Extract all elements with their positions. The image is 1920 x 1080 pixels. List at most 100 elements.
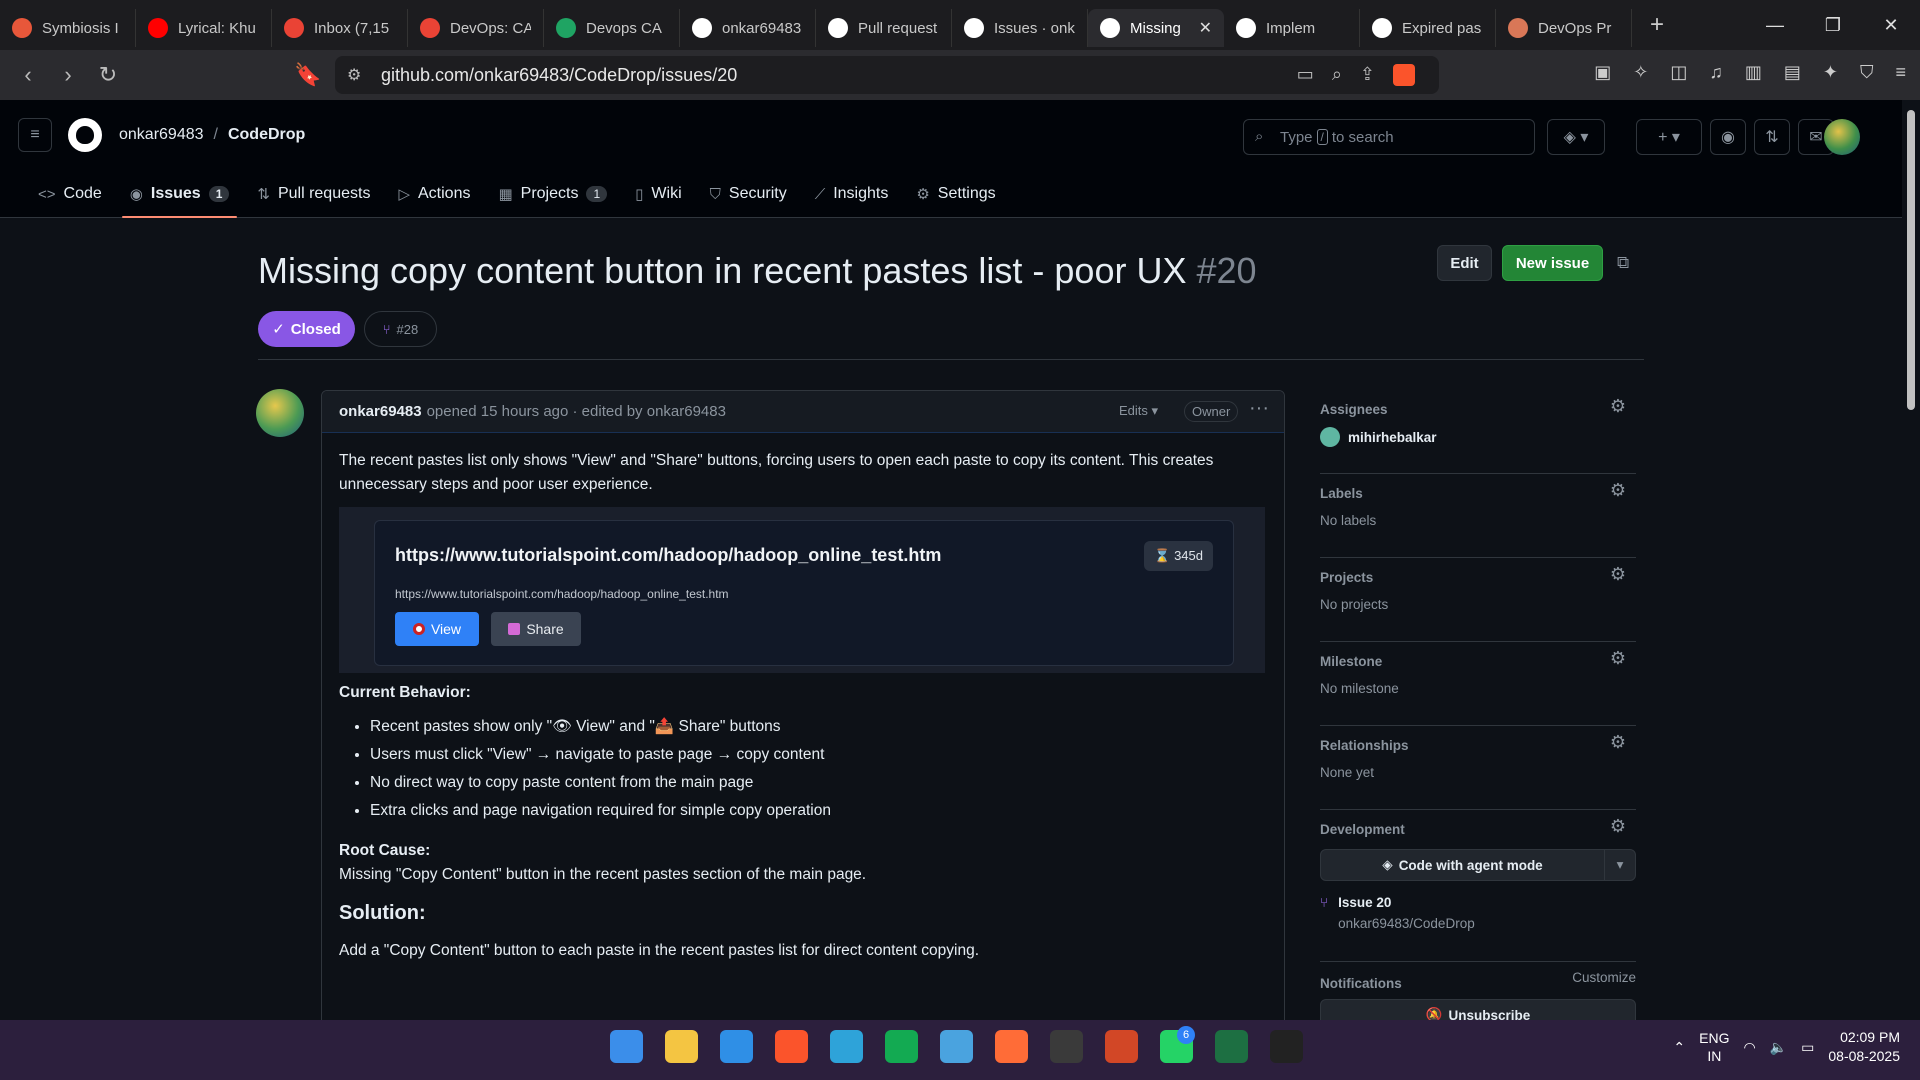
comment-author[interactable]: onkar69483 [339, 403, 422, 420]
browser-tab[interactable]: Missing ✕ [1088, 9, 1224, 47]
tab-settings[interactable]: ⚙ Settings [902, 170, 1009, 218]
edge-icon[interactable] [830, 1030, 863, 1063]
tab-code[interactable]: <> Code [24, 170, 116, 218]
copilot-button[interactable]: ◈ ▾ [1547, 119, 1605, 155]
assignee-item[interactable]: mihirhebalkar [1320, 427, 1636, 447]
restore-icon[interactable]: ❐ [1804, 0, 1862, 50]
tab-label: DevOps Pr [1538, 19, 1612, 37]
wifi-icon[interactable]: ◠ [1743, 1039, 1755, 1056]
tab-insights[interactable]: ⟋ Insights [801, 170, 903, 218]
linked-pr-badge[interactable]: ⑂ #28 [364, 311, 437, 347]
start-icon[interactable] [610, 1030, 643, 1063]
tab-wiki[interactable]: ▯ Wiki [621, 170, 695, 218]
screenshot-icon[interactable]: ◫ [1670, 62, 1687, 83]
share-icon[interactable]: ⇪ [1360, 64, 1375, 86]
url-field[interactable]: ⚙ github.com/onkar69483/CodeDrop/issues/… [335, 56, 1439, 94]
relationships-gear-icon[interactable]: ⚙ [1610, 732, 1626, 753]
scrollbar-thumb[interactable] [1907, 110, 1915, 410]
page-scrollbar[interactable] [1902, 100, 1920, 1020]
language-indicator[interactable]: ENG IN [1699, 1029, 1729, 1065]
browser-tab[interactable]: onkar69483 [680, 9, 816, 47]
clock[interactable]: 02:09 PM 08-08-2025 [1828, 1028, 1900, 1066]
chevron-up-icon[interactable]: ⌃ [1673, 1039, 1685, 1056]
copy-link-icon[interactable]: ⧉ [1617, 253, 1629, 273]
sidebar-icon[interactable]: ▥ [1745, 62, 1762, 83]
cast-icon[interactable]: ▭ [1297, 64, 1314, 86]
volume-icon[interactable]: 🔈 [1770, 1039, 1787, 1056]
milestone-gear-icon[interactable]: ⚙ [1610, 648, 1626, 669]
assignees-gear-icon[interactable]: ⚙ [1610, 396, 1626, 417]
edits-dropdown[interactable]: Edits ▾ [1119, 403, 1158, 419]
tab-pull-requests[interactable]: ⇅ Pull requests [243, 170, 384, 218]
tab-search-icon[interactable]: ▣ [1594, 62, 1611, 83]
app-icon[interactable] [1270, 1030, 1303, 1063]
user-avatar[interactable] [1824, 119, 1860, 155]
linked-issue[interactable]: ⑂ Issue 20 onkar69483/CodeDrop [1320, 895, 1636, 931]
create-new-button[interactable]: + ▾ [1636, 119, 1702, 155]
media-icon[interactable]: ♫ [1709, 62, 1723, 83]
more-options-icon[interactable]: ··· [1249, 397, 1269, 420]
extensions-icon[interactable]: ✧ [1633, 62, 1648, 83]
customize-link[interactable]: Customize [1572, 970, 1636, 985]
browser-tab[interactable]: Inbox (7,15 [272, 9, 408, 47]
brave-shields-icon[interactable] [1393, 64, 1415, 86]
notepad-icon[interactable] [940, 1030, 973, 1063]
owner-link[interactable]: onkar69483 [119, 126, 204, 143]
new-tab-button[interactable]: + [1650, 11, 1664, 39]
minimize-icon[interactable]: — [1746, 0, 1804, 50]
close-window-icon[interactable]: ✕ [1862, 0, 1920, 50]
browser-tab[interactable]: Lyrical: Khu [136, 9, 272, 47]
tab-actions[interactable]: ▷ Actions [384, 170, 484, 218]
new-issue-button[interactable]: New issue [1502, 245, 1603, 281]
browser-tab[interactable]: Pull request [816, 9, 952, 47]
counter-badge: 1 [586, 186, 608, 202]
postman-icon[interactable] [995, 1030, 1028, 1063]
development-gear-icon[interactable]: ⚙ [1610, 816, 1626, 837]
author-avatar[interactable] [256, 389, 304, 437]
github-logo-icon[interactable] [68, 118, 102, 152]
repo-link[interactable]: CodeDrop [228, 126, 305, 143]
zoom-icon[interactable]: ⌕ [1332, 64, 1342, 86]
whatsapp-badge: 6 [1177, 1026, 1195, 1044]
powerpoint-icon[interactable] [1105, 1030, 1138, 1063]
window-controls: — ❐ ✕ [1746, 0, 1920, 50]
forward-icon[interactable]: › [48, 62, 88, 88]
agent-dropdown-icon[interactable]: ▾ [1605, 857, 1635, 873]
labels-value: No labels [1320, 513, 1377, 528]
vscode-icon[interactable] [720, 1030, 753, 1063]
wallet-icon[interactable]: ▤ [1784, 62, 1801, 83]
tab-security[interactable]: ⛉ Security [696, 170, 801, 218]
mongodb-compass-icon[interactable] [885, 1030, 918, 1063]
search-input[interactable]: ⌕ Type / to search [1243, 119, 1535, 155]
bookmark-icon[interactable]: 🔖 [288, 62, 328, 88]
browser-tab[interactable]: Devops CA [544, 9, 680, 47]
tab-projects[interactable]: ▦ Projects 1 [484, 170, 621, 218]
browser-tab[interactable]: Expired pas [1360, 9, 1496, 47]
code-with-agent-button[interactable]: ◈ Code with agent mode ▾ [1320, 849, 1636, 881]
tab-issues[interactable]: ◉ Issues 1 [116, 170, 244, 218]
edit-button[interactable]: Edit [1437, 245, 1492, 281]
labels-gear-icon[interactable]: ⚙ [1610, 480, 1626, 501]
browser-tab[interactable]: Issues · onk [952, 9, 1088, 47]
battery-icon[interactable]: ▭ [1801, 1039, 1814, 1056]
vpn-icon[interactable]: ⛉ [1860, 62, 1874, 83]
browser-tab[interactable]: Symbiosis I [0, 9, 136, 47]
browser-tab[interactable]: DevOps Pr [1496, 9, 1632, 47]
issues-icon[interactable]: ◉ [1710, 119, 1746, 155]
browser-tab[interactable]: Implem [1224, 9, 1360, 47]
leo-icon[interactable]: ✦ [1823, 62, 1838, 83]
projects-gear-icon[interactable]: ⚙ [1610, 564, 1626, 585]
solution-text: Add a "Copy Content" button to each past… [339, 942, 979, 959]
file-explorer-icon[interactable] [665, 1030, 698, 1063]
brave-icon[interactable] [775, 1030, 808, 1063]
back-icon[interactable]: ‹ [8, 62, 48, 88]
hamburger-menu-icon[interactable]: ≡ [18, 118, 52, 152]
browser-tab[interactable]: DevOps: CA [408, 9, 544, 47]
pull-requests-icon[interactable]: ⇅ [1754, 119, 1790, 155]
menu-icon[interactable]: ≡ [1895, 62, 1906, 83]
reload-icon[interactable]: ↻ [88, 62, 128, 88]
excel-icon[interactable] [1215, 1030, 1248, 1063]
site-info-icon[interactable]: ⚙ [347, 65, 361, 85]
close-tab-icon[interactable]: ✕ [1199, 18, 1212, 38]
terminal-icon[interactable] [1050, 1030, 1083, 1063]
